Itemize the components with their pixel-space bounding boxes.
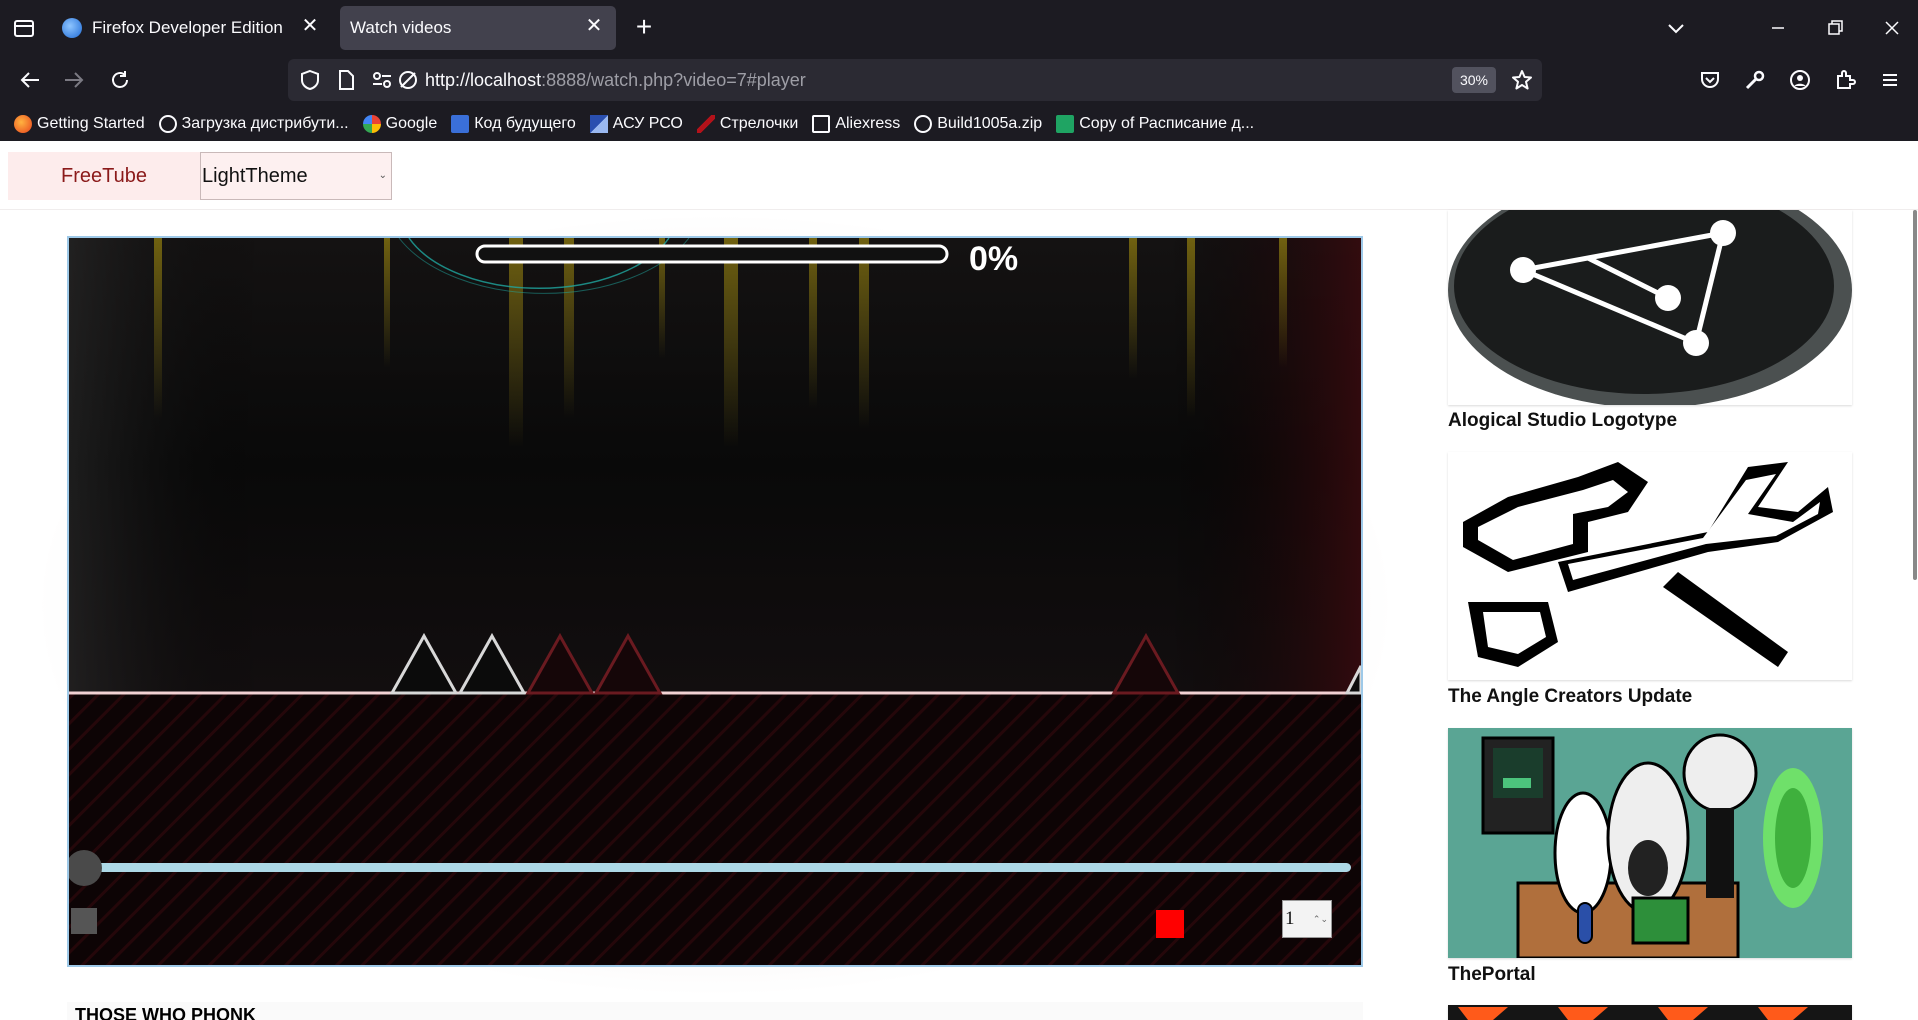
page-info-icon[interactable]: [334, 68, 358, 92]
back-icon[interactable]: [18, 68, 42, 92]
video-frame: [69, 238, 1361, 965]
bookmark-getting-started[interactable]: Getting Started: [14, 115, 145, 133]
select-arrow-icon: ⌄: [378, 170, 387, 181]
new-tab-icon[interactable]: +: [632, 13, 656, 41]
close-window-icon[interactable]: [1880, 16, 1904, 40]
tab-title: Watch videos: [350, 18, 452, 37]
tab-watch-videos[interactable]: Watch videos ✕: [340, 6, 616, 50]
tracking-blocked-icon[interactable]: [396, 68, 420, 92]
bookmark-label: Build1005a.zip: [937, 115, 1043, 132]
folder-icon: [812, 115, 831, 133]
related-video-thumbnail[interactable]: [1448, 728, 1852, 958]
google-icon: [362, 115, 381, 133]
related-video-thumbnail[interactable]: [1448, 210, 1852, 405]
bookmark-aliexress[interactable]: Aliexress: [812, 115, 900, 133]
bookmark-label: Стрелочки: [719, 115, 799, 132]
url-path: :8888/watch.php?video=7#player: [541, 70, 806, 90]
sheets-icon: [1056, 115, 1075, 133]
close-tab-icon[interactable]: ✕: [584, 16, 604, 36]
bookmark-build1005a[interactable]: Build1005a.zip: [914, 115, 1042, 133]
spinner-arrows-icon: ⌃⌄: [1312, 914, 1328, 924]
bookmark-label: Код будущего: [474, 115, 576, 132]
bookmark-google[interactable]: Google: [362, 115, 438, 133]
tab-list-icon[interactable]: [12, 16, 36, 40]
arrow-icon: [696, 115, 715, 133]
brand-logo[interactable]: FreeTube: [8, 152, 200, 200]
reload-icon[interactable]: [108, 68, 132, 92]
video-title: THOSE WHO PHONK: [75, 1005, 257, 1020]
level-progress-percent: 0%: [969, 240, 1019, 278]
globe-icon: [158, 115, 177, 133]
hammer-wrench-icon: [1448, 452, 1852, 680]
firefox-icon: [62, 18, 82, 38]
firefox-icon: [14, 115, 32, 133]
bookmark-label: Getting Started: [37, 115, 145, 132]
bookmark-label: Copy of Расписание д...: [1079, 115, 1255, 132]
bookmark-label: Aliexress: [835, 115, 901, 132]
video-thumbnail-image: [1448, 1005, 1852, 1020]
portal-comic-icon: [1448, 728, 1852, 958]
bookmarks-toolbar: Getting Started Загрузка дистрибути... G…: [0, 107, 1918, 141]
related-video-title[interactable]: The Angle Creators Update: [1448, 686, 1692, 708]
theme-select-value: LightTheme: [202, 165, 308, 187]
bookmark-zagruzka[interactable]: Загрузка дистрибути...: [158, 115, 349, 133]
related-video-title[interactable]: ThePortal: [1448, 964, 1536, 986]
bookmark-label: АСУ РСО: [612, 115, 683, 132]
seek-bar[interactable]: [85, 863, 1351, 872]
menu-hamburger-icon[interactable]: [1878, 68, 1902, 92]
related-video-title[interactable]: Alogical Studio Logotype: [1448, 410, 1677, 432]
theme-select[interactable]: LightTheme ⌄: [200, 152, 392, 200]
page-scrollbar[interactable]: [1913, 210, 1917, 580]
related-video-thumbnail[interactable]: [1448, 1005, 1852, 1020]
bookmark-star-icon[interactable]: [1510, 68, 1534, 92]
seek-handle[interactable]: [69, 850, 102, 886]
close-tab-icon[interactable]: ✕: [300, 16, 320, 36]
tab-title: Firefox Developer Edition: [92, 18, 283, 37]
bookmark-asu-rso[interactable]: АСУ РСО: [589, 115, 683, 133]
bookmark-strelochki[interactable]: Стрелочки: [696, 115, 799, 133]
asu-icon: [589, 115, 608, 133]
play-button[interactable]: [71, 908, 97, 934]
extensions-icon[interactable]: [1833, 68, 1857, 92]
related-video-thumbnail[interactable]: [1448, 452, 1852, 680]
tab-firefox-developer-edition[interactable]: Firefox Developer Edition ✕: [62, 6, 332, 50]
code-icon: [451, 115, 470, 133]
forward-icon[interactable]: [62, 68, 86, 92]
bookmark-label: Google: [385, 115, 438, 132]
restore-icon[interactable]: [1823, 16, 1847, 40]
pocket-icon[interactable]: [1698, 68, 1722, 92]
globe-icon: [914, 115, 933, 133]
playback-speed-input[interactable]: 1 ⌃⌄: [1282, 900, 1332, 938]
shield-icon[interactable]: [298, 68, 322, 92]
account-icon[interactable]: [1788, 68, 1812, 92]
permissions-icon[interactable]: [370, 68, 394, 92]
devtools-wrench-icon[interactable]: [1743, 68, 1767, 92]
tab-overflow-chevron-icon[interactable]: [1664, 16, 1688, 40]
playback-speed-value: 1: [1285, 908, 1295, 929]
url-host: http://localhost: [425, 70, 542, 90]
zoom-indicator[interactable]: 30%: [1452, 67, 1496, 93]
video-player[interactable]: 0% 1 ⌃⌄: [67, 236, 1363, 967]
bookmark-label: Загрузка дистрибути...: [181, 115, 349, 132]
bookmark-kod-budushchego[interactable]: Код будущего: [451, 115, 576, 133]
url-text[interactable]: http://localhost:8888/watch.php?video=7#…: [425, 70, 806, 91]
video-info: THOSE WHO PHONK: [67, 1002, 1363, 1020]
minimize-icon[interactable]: [1766, 16, 1790, 40]
stop-button[interactable]: [1156, 910, 1184, 938]
alogical-logo-icon: [1448, 210, 1852, 405]
bookmark-copy-raspisanie[interactable]: Copy of Расписание д...: [1056, 115, 1254, 133]
